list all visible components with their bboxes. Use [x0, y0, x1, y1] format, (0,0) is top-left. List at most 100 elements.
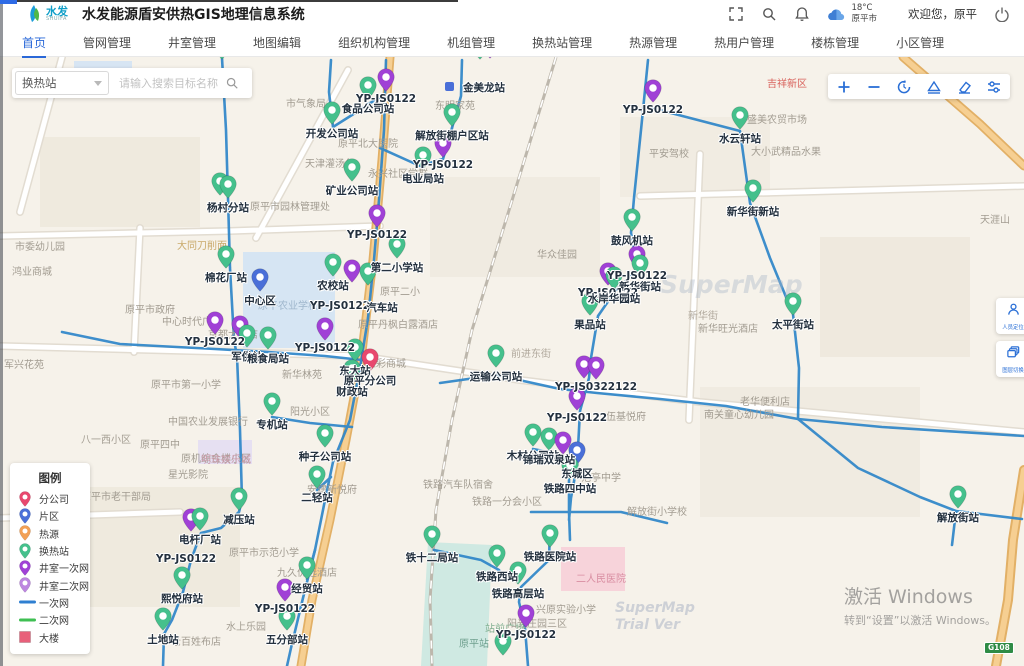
- nav-tab-6[interactable]: 换热站管理: [532, 34, 592, 51]
- zoom-out-icon[interactable]: [866, 79, 882, 95]
- legend-line-icon: [19, 617, 39, 623]
- map-label: 八一西小区: [81, 431, 131, 446]
- search-icon[interactable]: [761, 6, 777, 22]
- fullscreen-icon[interactable]: [728, 6, 744, 22]
- map-pin-heat-exchange-station[interactable]: [744, 179, 762, 207]
- map-pin-heat-exchange-station[interactable]: [173, 566, 191, 594]
- map-pin-well-primary[interactable]: [206, 311, 224, 339]
- map-label: 前进东街: [511, 345, 551, 360]
- search-submit-icon[interactable]: [225, 76, 239, 90]
- map-pin-heat-exchange-station[interactable]: [191, 507, 209, 535]
- measure-icon[interactable]: [926, 79, 942, 95]
- map-pin-heat-exchange-station[interactable]: [263, 392, 281, 420]
- map-pin-well-primary[interactable]: [368, 204, 386, 232]
- nav-tab-1[interactable]: 管网管理: [83, 34, 131, 51]
- map-pin-label: 铁路西站: [476, 569, 518, 584]
- map-pin-heat-exchange-station[interactable]: [217, 245, 235, 273]
- supermap-watermark: SuperMap: [660, 270, 803, 299]
- map-side-button-layers[interactable]: 图层切换: [996, 341, 1024, 377]
- map-pin-heat-exchange-station[interactable]: [308, 465, 326, 493]
- map-pin-label: 锦瑞双泉站: [523, 452, 576, 467]
- map-pin-heat-exchange-station[interactable]: [343, 158, 361, 186]
- road-shield: G108: [984, 642, 1014, 654]
- windows-activation-watermark: 激活 Windows 转到“设置”以激活 Windows。: [844, 582, 996, 628]
- nav-tab-7[interactable]: 热源管理: [629, 34, 677, 51]
- map-pin-well-primary[interactable]: [481, 57, 499, 63]
- map-side-button-person[interactable]: 人员定位: [996, 298, 1024, 334]
- map-pin-heat-exchange-station[interactable]: [213, 57, 231, 64]
- map-pin-heat-exchange-station[interactable]: [324, 253, 342, 281]
- map-label: 华众佳园: [537, 246, 577, 261]
- nav-tab-5[interactable]: 机组管理: [447, 34, 495, 51]
- map-pin-well-primary[interactable]: [377, 68, 395, 96]
- map-pin-label: 粮食局站: [247, 351, 289, 366]
- map-label: 军兴花苑: [4, 356, 44, 371]
- legend-pin-icon: [19, 508, 39, 524]
- zoom-in-icon[interactable]: [836, 79, 852, 95]
- map-poi-marker[interactable]: [445, 82, 454, 91]
- nav-tab-3[interactable]: 地图编辑: [253, 34, 301, 51]
- legend-pin-icon: [19, 525, 39, 541]
- nav-tab-4[interactable]: 组织机构管理: [338, 34, 410, 51]
- legend-pin-icon: [19, 491, 39, 507]
- map-label: 原平丹枫白露酒店: [358, 316, 438, 331]
- nav-tab-10[interactable]: 小区管理: [896, 34, 944, 51]
- map-label: 原平市示范小学: [229, 544, 299, 559]
- map-pin-heat-exchange-station[interactable]: [298, 556, 316, 584]
- nav-tab-0[interactable]: 首页: [22, 34, 46, 51]
- bell-icon[interactable]: [794, 6, 810, 22]
- legend-item-label: 片区: [39, 508, 59, 523]
- map-pin-heat-exchange-station[interactable]: [443, 103, 461, 131]
- legend-item-label: 井室二次网: [39, 578, 89, 593]
- map-pin-well-primary[interactable]: [644, 79, 662, 107]
- layer-settings-icon[interactable]: [986, 79, 1002, 95]
- reset-icon[interactable]: [896, 79, 912, 95]
- map-label: 水上乐园: [226, 618, 266, 633]
- map-pin-label: 金美龙站: [463, 80, 505, 95]
- map-pin-heat-exchange-station[interactable]: [487, 344, 505, 372]
- nav-tab-8[interactable]: 热用户管理: [714, 34, 774, 51]
- search-input[interactable]: [117, 76, 225, 91]
- map-pin-label: 熙悦府站: [161, 591, 203, 606]
- map-legend: 图例 分公司片区热源换热站井室一次网井室二次网一次网二次网大楼: [10, 463, 90, 654]
- map-pin-heat-exchange-station[interactable]: [219, 175, 237, 203]
- map-pin-well-primary[interactable]: [316, 317, 334, 345]
- map-pin-label: 运输公司站: [470, 369, 523, 384]
- map-label: 明珠娱乐城: [201, 451, 251, 466]
- map-pin-label: 经贸站: [291, 581, 323, 596]
- legend-item: 分公司: [10, 490, 90, 507]
- legend-item-label: 热源: [39, 526, 59, 541]
- search-category-select[interactable]: 换热站: [15, 71, 109, 95]
- map-pin-heat-exchange-station[interactable]: [323, 101, 341, 129]
- map-label: 大小武精品水果: [751, 143, 821, 158]
- legend-item-label: 一次网: [39, 595, 69, 610]
- nav-tab-2[interactable]: 井室管理: [168, 34, 216, 51]
- map-canvas[interactable]: 东明家苑吉祥新区盛美农贸市场大小武精品水果平安驾校市气象局原平北大医院天津灌汤包…: [0, 57, 1024, 666]
- map-pin-label: 专机站: [256, 417, 288, 432]
- map-pin-heat-exchange-station[interactable]: [230, 487, 248, 515]
- map-pin-heat-exchange-station[interactable]: [731, 106, 749, 134]
- clear-icon[interactable]: [956, 79, 972, 95]
- map-pin-heat-exchange-station[interactable]: [154, 607, 172, 635]
- map-pin-district[interactable]: [251, 268, 269, 296]
- app-logo: 水发 SHUIFA: [26, 4, 68, 24]
- map-pin-heat-exchange-station[interactable]: [423, 525, 441, 553]
- map-pin-well-primary[interactable]: [517, 604, 535, 632]
- map-pin-heat-exchange-station[interactable]: [784, 292, 802, 320]
- map-pin-label: 五分部站: [266, 632, 308, 647]
- legend-item: 片区: [10, 507, 90, 524]
- map-pin-label: 果品站: [574, 317, 606, 332]
- map-pin-heat-exchange-station[interactable]: [488, 544, 506, 572]
- map-pin-heat-exchange-station[interactable]: [316, 424, 334, 452]
- map-pin-heat-exchange-station[interactable]: [541, 524, 559, 552]
- map-pin-well-primary[interactable]: [587, 356, 605, 384]
- map-pin-label: 棉花厂站: [205, 270, 247, 285]
- nav-tab-9[interactable]: 楼栋管理: [811, 34, 859, 51]
- map-pin-label: 第二小学站: [371, 260, 424, 275]
- map-pin-label: 减压站: [223, 512, 255, 527]
- chevron-down-icon: [94, 81, 102, 86]
- map-pin-heat-exchange-station[interactable]: [949, 485, 967, 513]
- logout-icon[interactable]: [994, 6, 1010, 22]
- legend-item: 大楼: [10, 628, 90, 645]
- map-pin-heat-exchange-station[interactable]: [623, 208, 641, 236]
